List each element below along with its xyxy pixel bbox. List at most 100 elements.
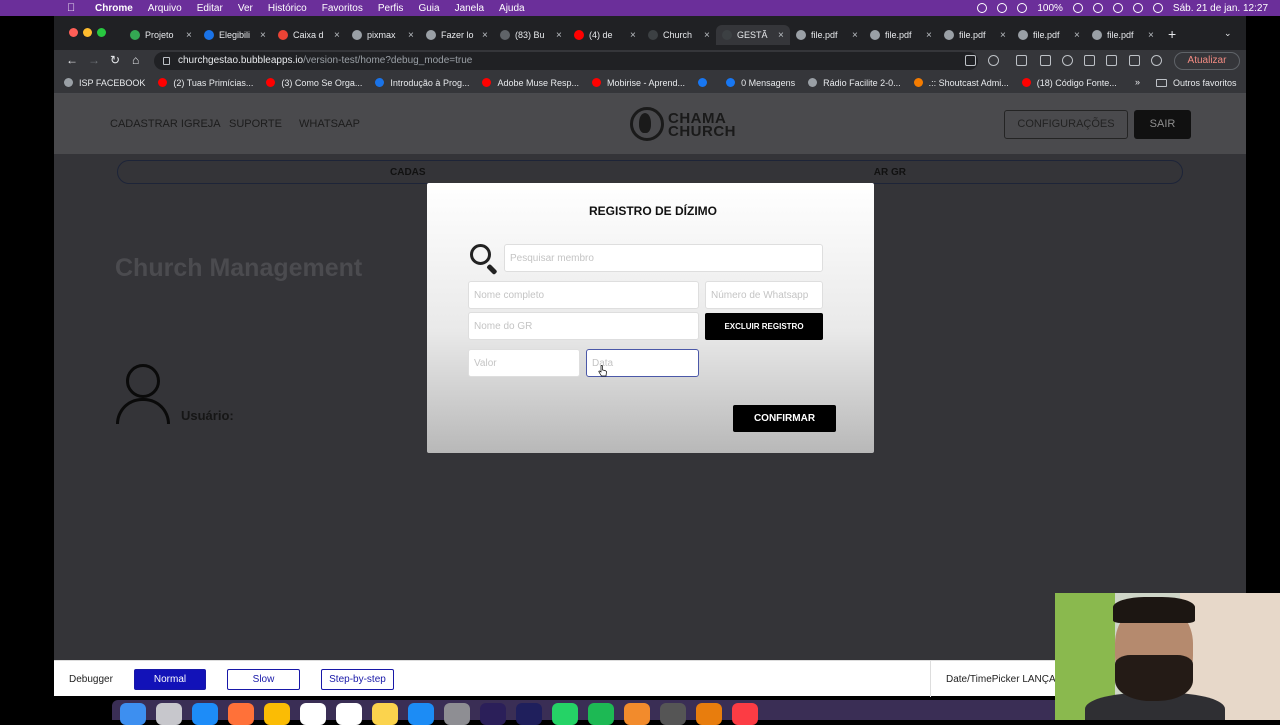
nav-suporte[interactable]: SUPORTE	[229, 118, 282, 130]
bluetooth-icon[interactable]	[997, 3, 1008, 13]
menu-janela[interactable]: Janela	[455, 3, 484, 14]
safari-icon[interactable]	[192, 703, 218, 725]
tab-close-icon[interactable]: ×	[334, 30, 342, 41]
tab-close-icon[interactable]: ×	[926, 30, 934, 41]
new-tab-button[interactable]: +	[1168, 27, 1176, 41]
reload-icon[interactable]: ↻	[110, 54, 120, 66]
close-window-button[interactable]	[69, 28, 78, 37]
address-bar[interactable]: churchgestao.bubbleapps.io/version-test/…	[154, 52, 978, 70]
whatsapp-number-input[interactable]	[705, 281, 823, 309]
tab-close-icon[interactable]: ×	[186, 30, 194, 41]
menu-favoritos[interactable]: Favoritos	[322, 3, 363, 14]
spotlight-icon[interactable]	[1112, 3, 1123, 13]
subnav-right-label[interactable]: AR GR	[874, 167, 906, 178]
delete-record-button[interactable]: EXCLUIR REGISTRO	[705, 313, 823, 340]
notes-icon[interactable]	[372, 703, 398, 725]
tab-close-icon[interactable]: ×	[1000, 30, 1008, 41]
extension-icon[interactable]	[1062, 55, 1073, 66]
siri-icon[interactable]	[1152, 3, 1163, 13]
logout-button[interactable]: SAIR	[1134, 110, 1191, 139]
settings-button[interactable]: CONFIGURAÇÕES	[1004, 110, 1128, 139]
bookmark-item[interactable]: Adobe Muse Resp...	[482, 78, 579, 88]
browser-tab[interactable]: file.pdf ×	[1086, 25, 1160, 45]
browser-tab[interactable]: Caixa d ×	[272, 25, 346, 45]
browser-tab[interactable]: file.pdf ×	[938, 25, 1012, 45]
tab-close-icon[interactable]: ×	[1074, 30, 1082, 41]
gr-name-input[interactable]	[468, 312, 699, 340]
tab-close-icon[interactable]: ×	[260, 30, 268, 41]
menu-ver[interactable]: Ver	[238, 3, 253, 14]
subnav-left-label[interactable]: CADAS	[390, 167, 426, 178]
zoom-window-button[interactable]	[97, 28, 106, 37]
tab-close-icon[interactable]: ×	[408, 30, 416, 41]
status-app-icon[interactable]	[977, 3, 988, 13]
calendar-icon[interactable]	[300, 703, 326, 725]
finder-icon[interactable]	[120, 703, 146, 725]
browser-tab[interactable]: Projeto ×	[124, 25, 198, 45]
system-preferences-icon[interactable]	[444, 703, 470, 725]
browser-tab[interactable]: pixmax ×	[346, 25, 420, 45]
tab-close-icon[interactable]: ×	[482, 30, 490, 41]
browser-tab[interactable]: Fazer lo ×	[420, 25, 494, 45]
bookmark-item[interactable]: .:: Shoutcast Admi...	[913, 78, 1009, 88]
full-name-input[interactable]	[468, 281, 699, 309]
update-button[interactable]: Atualizar	[1174, 52, 1240, 70]
premiere-icon[interactable]	[480, 703, 506, 725]
apple-icon[interactable]: 	[67, 2, 81, 14]
browser-tab[interactable]: (83) Bu ×	[494, 25, 568, 45]
tab-close-icon[interactable]: ×	[630, 30, 638, 41]
forward-arrow-icon[interactable]: →	[88, 54, 100, 66]
browser-tab[interactable]: file.pdf ×	[1012, 25, 1086, 45]
back-arrow-icon[interactable]: ←	[66, 54, 78, 66]
profile-avatar[interactable]	[1151, 55, 1162, 66]
app-store-icon[interactable]	[408, 703, 434, 725]
nav-whatsapp[interactable]: WHATSAAP	[299, 118, 360, 130]
bookmark-item[interactable]: (3) Como Se Orga...	[266, 78, 362, 88]
side-panel-icon[interactable]	[1129, 55, 1140, 66]
menu-app-name[interactable]: Chrome	[95, 3, 133, 14]
browser-tab[interactable]: Elegibili ×	[198, 25, 272, 45]
member-search-input[interactable]	[504, 244, 823, 272]
bookmarks-overflow-button[interactable]: »	[1135, 77, 1140, 87]
browser-tab[interactable]: (4) de ×	[568, 25, 642, 45]
tab-close-icon[interactable]: ×	[704, 30, 712, 41]
blender-icon[interactable]	[696, 703, 722, 725]
confirm-button[interactable]: CONFIRMAR	[733, 405, 836, 432]
share-icon[interactable]	[965, 55, 976, 66]
bookmark-item[interactable]: 0 Mensagens	[726, 78, 795, 88]
menu-arquivo[interactable]: Arquivo	[148, 3, 182, 14]
debug-mode-normal-button[interactable]: Normal	[134, 669, 206, 690]
after-effects-icon[interactable]	[516, 703, 542, 725]
battery-icon[interactable]	[1072, 3, 1083, 13]
bookmark-item[interactable]: ISP FACEBOOK	[64, 78, 145, 88]
firefox-icon[interactable]	[228, 703, 254, 725]
nav-cadastrar-igreja[interactable]: CADASTRAR IGREJA	[110, 118, 221, 130]
debug-mode-step-button[interactable]: Step-by-step	[321, 669, 394, 690]
menubar-clock[interactable]: Sáb. 21 de jan. 12:27	[1173, 3, 1268, 14]
tab-search-chevron-icon[interactable]: ⌄	[1224, 28, 1232, 39]
whatsapp-icon[interactable]	[552, 703, 578, 725]
extension-icon[interactable]	[1040, 55, 1051, 66]
debug-mode-slow-button[interactable]: Slow	[227, 669, 300, 690]
spotify-icon[interactable]	[588, 703, 614, 725]
extension-icon[interactable]	[1016, 55, 1027, 66]
browser-tab[interactable]: Church ×	[642, 25, 716, 45]
calculator-icon[interactable]	[660, 703, 686, 725]
bookmark-item[interactable]	[698, 78, 713, 87]
music-icon[interactable]	[732, 703, 758, 725]
bookmark-star-icon[interactable]	[988, 55, 999, 66]
menu-historico[interactable]: Histórico	[268, 3, 307, 14]
browser-tab[interactable]: GESTÃ ×	[716, 25, 790, 45]
bookmark-item[interactable]: (2) Tuas Primícias...	[158, 78, 253, 88]
menu-editar[interactable]: Editar	[197, 3, 223, 14]
launchpad-icon[interactable]	[156, 703, 182, 725]
menu-ajuda[interactable]: Ajuda	[499, 3, 525, 14]
bookmark-item[interactable]: Mobirise - Aprend...	[592, 78, 685, 88]
puzzle-icon[interactable]	[1084, 55, 1095, 66]
home-icon[interactable]: ⌂	[132, 54, 139, 66]
reminders-icon[interactable]	[336, 703, 362, 725]
tab-close-icon[interactable]: ×	[1148, 30, 1156, 41]
bookmark-item[interactable]: Rádio Facilite 2-0...	[808, 78, 901, 88]
menu-guia[interactable]: Guia	[418, 3, 439, 14]
wifi-icon[interactable]	[1092, 3, 1103, 13]
